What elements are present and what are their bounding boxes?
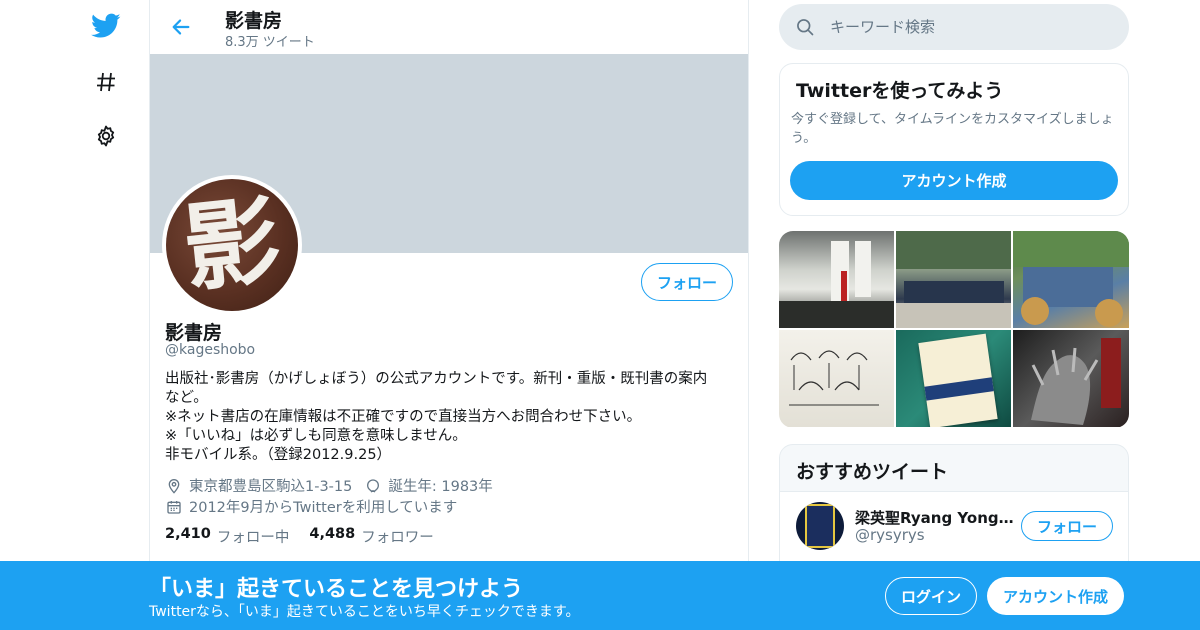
following-count[interactable]: 2,410 [165,526,211,547]
profile-meta-row: 東京都豊島区駒込1-3-15 誕生年: 1983年 [165,475,493,496]
followers-count[interactable]: 4,488 [309,526,355,547]
banner-title: 「いま」起きていることを見つけよう [149,577,524,602]
recommended-user-name[interactable]: 梁英聖Ryang Yong-S... [855,507,1015,528]
recommended-user-handle: @rysyrys [855,526,925,544]
bio-line: 出版社･影書房（かげしょぼう）の公式アカウントです。新刊・重版・既刊書の案内 [165,371,708,387]
create-account-button[interactable]: アカウント作成 [790,161,1118,200]
following-label[interactable]: フォロー中 [217,526,290,547]
left-nav [0,0,150,630]
search-icon [795,17,815,37]
profile-avatar[interactable]: 影 [162,175,302,315]
page-title: 影書房 [225,10,283,32]
media-grid [779,231,1129,428]
profile-name: 影書房 [165,322,223,344]
profile-bio: 出版社･影書房（かげしょぼう）の公式アカウントです。新刊・重版・既刊書の案内 な… [165,370,735,465]
profile-header: 影書房 8.3万 ツイート [150,0,748,53]
signup-card: Twitterを使ってみよう 今すぐ登録して、タイムラインをカスタマイズしましょ… [779,63,1129,216]
media-thumbnail[interactable] [896,231,1011,328]
signup-button[interactable]: アカウント作成 [987,577,1124,615]
profile-joined: 2012年9月からTwitterを利用しています [189,500,458,516]
bio-line: ※ネット書店の在庫情報は不正確ですので直接当方へお問合わせ下さい。 [165,409,642,425]
bio-line: ※「いいね」は必ずしも同意を意味しません。 [165,428,467,444]
birthday-icon [364,477,382,495]
signup-card-title: Twitterを使ってみよう [796,80,1004,102]
bio-line: など。 [165,390,208,406]
recommended-follow-button[interactable]: フォロー [1021,511,1113,541]
hashtag-icon [97,72,115,92]
banner-subtitle: Twitterなら、「いま」起きていることをいち早くチェックできます。 [149,604,580,620]
profile-birthday: 誕生年: 1983年 [388,479,493,495]
search-input[interactable] [830,18,1110,36]
recommended-title: おすすめツイート [796,461,949,483]
media-thumbnail[interactable] [1013,231,1129,328]
location-icon [165,477,183,495]
profile-meta-row: 2012年9月からTwitterを利用しています [165,496,457,517]
follow-button[interactable]: フォロー [641,263,733,301]
calendar-icon [165,498,183,516]
search-bar[interactable] [779,4,1129,50]
bio-line: 非モバイル系。（登録2012.9.25） [165,447,392,463]
avatar[interactable] [796,502,844,550]
media-thumbnail[interactable] [1013,330,1129,427]
back-button[interactable] [166,12,196,42]
page: 影書房 8.3万 ツイート 影 フォロー 影書房 @kageshobo 出版社･… [0,0,1200,630]
avatar-logo: 影 [178,183,286,306]
avatar-image: 影 [166,179,298,311]
media-thumbnail[interactable] [896,330,1011,427]
gear-icon [97,125,115,147]
profile-handle: @kageshobo [165,342,256,358]
tweet-count: 8.3万 ツイート [225,35,315,50]
follow-counts: 2,410 フォロー中 4,488 フォロワー [165,526,454,547]
recommended-user-row[interactable]: 梁英聖Ryang Yong-S... @rysyrys フォロー [780,491,1128,561]
media-thumbnail[interactable] [779,231,894,328]
back-arrow-icon [172,19,190,35]
signup-banner-bar: 「いま」起きていることを見つけよう Twitterなら、「いま」起きていることを… [0,561,1200,630]
followers-label[interactable]: フォロワー [361,526,434,547]
nav-explore-link[interactable] [86,62,126,102]
nav-settings-link[interactable] [86,116,126,156]
signup-card-description: 今すぐ登録して、タイムラインをカスタマイズしましょう。 [791,112,1114,146]
login-button[interactable]: ログイン [885,577,977,615]
nav-home-link[interactable] [86,6,126,46]
twitter-bird-icon [91,13,121,38]
media-thumbnail[interactable] [779,330,894,427]
profile-location: 東京都豊島区駒込1-3-15 [189,479,353,495]
profile-column: 影書房 8.3万 ツイート 影 フォロー 影書房 @kageshobo 出版社･… [149,0,749,630]
